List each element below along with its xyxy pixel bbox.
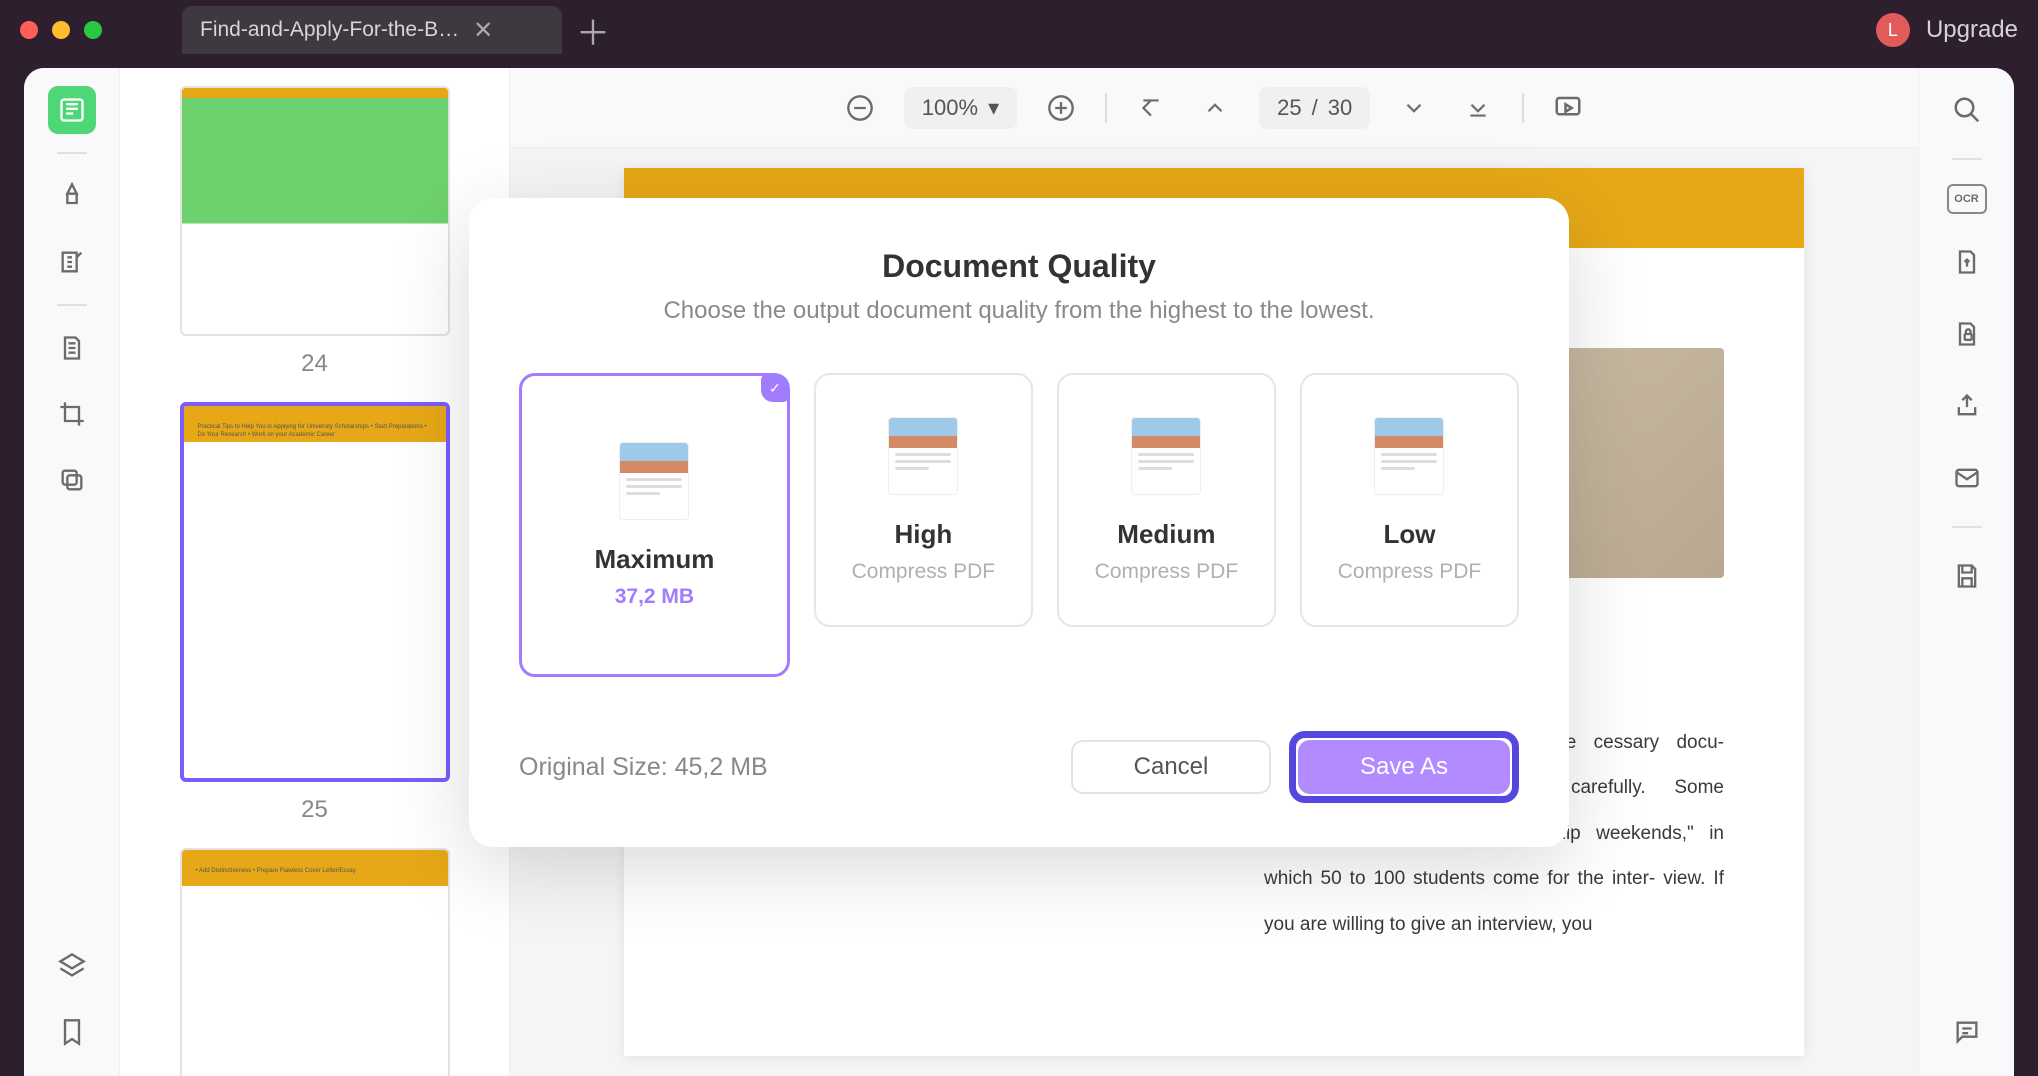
quality-sub: Compress PDF — [1095, 560, 1239, 584]
save-as-highlight: Save As — [1289, 731, 1519, 803]
modal-subtitle: Choose the output document quality from … — [519, 297, 1519, 325]
quality-name: Low — [1383, 519, 1435, 550]
save-as-button[interactable]: Save As — [1298, 740, 1510, 794]
document-quality-modal: Document Quality Choose the output docum… — [469, 198, 1569, 847]
header-right: L Upgrade — [1876, 13, 2018, 47]
quality-size: 37,2 MB — [615, 585, 694, 609]
avatar[interactable]: L — [1876, 13, 1910, 47]
quality-thumb-icon — [1374, 417, 1444, 495]
quality-options: ✓ Maximum 37,2 MB High Compress PDF Medi… — [519, 373, 1519, 677]
modal-backdrop: Document Quality Choose the output docum… — [24, 68, 2014, 1076]
window-controls — [20, 21, 102, 39]
maximize-window[interactable] — [84, 21, 102, 39]
minimize-window[interactable] — [52, 21, 70, 39]
original-size-label: Original Size: 45,2 MB — [519, 753, 768, 782]
quality-thumb-icon — [619, 442, 689, 520]
upgrade-button[interactable]: Upgrade — [1926, 16, 2018, 44]
quality-option-low[interactable]: Low Compress PDF — [1300, 373, 1519, 627]
titlebar: Find-and-Apply-For-the-B… ✕ ＋ L Upgrade — [0, 0, 2038, 60]
modal-title: Document Quality — [519, 248, 1519, 285]
close-tab-icon[interactable]: ✕ — [473, 16, 493, 45]
modal-footer: Original Size: 45,2 MB Cancel Save As — [519, 731, 1519, 803]
quality-sub: Compress PDF — [1338, 560, 1482, 584]
quality-option-maximum[interactable]: ✓ Maximum 37,2 MB — [519, 373, 790, 677]
quality-thumb-icon — [1131, 417, 1201, 495]
quality-name: High — [894, 519, 952, 550]
quality-thumb-icon — [888, 417, 958, 495]
close-window[interactable] — [20, 21, 38, 39]
check-icon: ✓ — [761, 374, 789, 402]
quality-sub: Compress PDF — [852, 560, 996, 584]
quality-option-medium[interactable]: Medium Compress PDF — [1057, 373, 1276, 627]
quality-option-high[interactable]: High Compress PDF — [814, 373, 1033, 627]
tab-title: Find-and-Apply-For-the-B… — [200, 18, 459, 42]
quality-name: Maximum — [594, 544, 714, 575]
add-tab-icon[interactable]: ＋ — [576, 6, 610, 55]
cancel-button[interactable]: Cancel — [1071, 740, 1271, 794]
tab-strip: Find-and-Apply-For-the-B… ✕ ＋ — [182, 6, 610, 55]
app-frame: 24 Practical Tips to Help You in Applyin… — [24, 68, 2014, 1076]
document-tab[interactable]: Find-and-Apply-For-the-B… ✕ — [182, 6, 562, 54]
quality-name: Medium — [1117, 519, 1215, 550]
